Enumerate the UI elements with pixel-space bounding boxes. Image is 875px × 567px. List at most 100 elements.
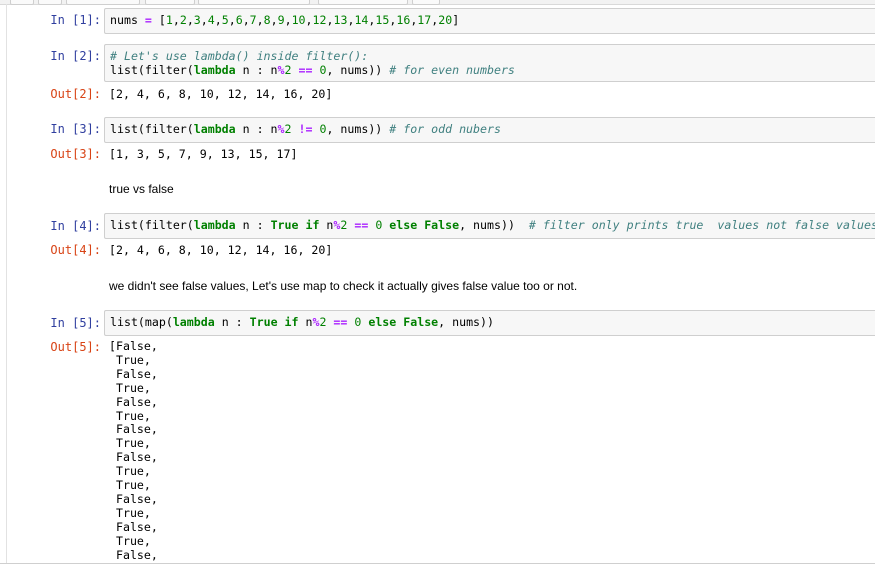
output-line: False, [109,450,158,465]
output-line: True, [109,408,151,423]
in-prompt-1: In [1]: [50,13,101,27]
toolbar-button[interactable] [38,0,62,5]
code-token: , nums)) [326,122,390,136]
code-token: lambda [193,63,236,77]
code-token: False [424,218,460,232]
code-token: == [298,63,313,77]
output-2: [2, 4, 6, 8, 10, 12, 14, 16, 20] [104,87,864,101]
out-prompt-3: Out[3]: [50,147,101,161]
toolbar-remnant [0,0,875,5]
code-token: % [277,122,285,136]
code-token: , nums)) [326,63,390,77]
output-line: [False, [109,339,158,353]
code-line: # Let's use lambda() inside filter(): [110,49,875,63]
code-token: list(filter( [110,218,194,232]
code-token: == [333,315,348,329]
output-line: False, [109,491,158,506]
code-cell-4[interactable]: list(filter(lambda n : True if n%2 == 0 … [104,213,875,239]
output-4: [2, 4, 6, 8, 10, 12, 14, 16, 20] [104,243,864,257]
code-line: list(map(lambda n : True if n%2 == 0 els… [110,315,875,329]
code-token: == [354,218,369,232]
code-token: 16 [396,13,411,27]
output-line: False, [109,519,158,534]
in-prompt-2: In [2]: [50,49,101,63]
code-line: list(filter(lambda n : True if n%2 == 0 … [110,218,875,232]
code-token: , [186,13,194,27]
code-token: if [305,218,320,232]
notebook-page: In [1]: nums = [1,2,3,4,5,6,7,8,9,10,12,… [0,0,875,567]
code-token: # filter only prints true values not fal… [528,218,875,232]
code-line: nums = [1,2,3,4,5,6,7,8,9,10,12,13,14,15… [110,13,875,27]
code-token: 13 [333,13,348,27]
code-token: nums [110,13,145,27]
code-token: list(filter( [110,63,194,77]
output-line: True, [109,478,151,493]
output-line: True, [109,533,151,548]
code-token: , [172,13,180,27]
code-token: 2 [284,122,292,136]
code-cell-5[interactable]: list(map(lambda n : True if n%2 == 0 els… [104,310,875,336]
code-token: 17 [417,13,432,27]
output-line: True, [109,352,151,367]
out-prompt-4: Out[4]: [50,243,101,257]
code-cell-1[interactable]: nums = [1,2,3,4,5,6,7,8,9,10,12,13,14,15… [104,8,875,34]
code-token: lambda [172,315,215,329]
code-token: 4 [207,13,215,27]
code-token: , nums)) [459,218,529,232]
output-text: [2, 4, 6, 8, 10, 12, 14, 16, 20] [109,87,333,101]
code-token: True [270,218,299,232]
markdown-text-2: we didn't see false values, Let's use ma… [109,279,578,293]
code-token: 2 [284,63,292,77]
code-token: lambda [193,122,236,136]
code-token: 20 [438,13,453,27]
code-line: list(filter(lambda n : n%2 != 0, nums)) … [110,122,875,136]
code-token: 8 [263,13,271,27]
code-token: 5 [221,13,229,27]
code-token: , [305,13,313,27]
code-token: 9 [277,13,285,27]
code-token: 14 [354,13,369,27]
in-prompt-4: In [4]: [50,219,101,233]
toolbar-button[interactable] [198,0,310,5]
out-prompt-2: Out[2]: [50,87,101,101]
toolbar-button[interactable] [10,0,34,5]
code-cell-3[interactable]: list(filter(lambda n : n%2 != 0, nums)) … [104,117,875,143]
code-token: , nums)) [438,315,494,329]
output-5: [False, True, False, True, False, True, … [104,339,864,563]
code-token: = [144,13,152,27]
code-token: n [319,218,334,232]
output-line: True, [109,380,151,395]
code-token: else [368,315,397,329]
output-text: [2, 4, 6, 8, 10, 12, 14, 16, 20] [109,243,333,257]
code-token: # for even numbers [389,63,515,77]
code-cell-2[interactable]: # Let's use lambda() inside filter(): li… [104,44,875,82]
code-token: 6 [235,13,243,27]
in-prompt-3: In [3]: [50,122,101,136]
code-token: n : n [235,122,278,136]
code-token: 7 [249,13,257,27]
in-prompt-5: In [5]: [50,316,101,330]
toolbar-button[interactable] [145,0,195,5]
output-line: False, [109,394,158,409]
code-token: n : n [235,63,278,77]
code-token: 12 [312,13,327,27]
code-token: % [277,63,285,77]
code-token: , [242,13,250,27]
code-token: , [284,13,292,27]
code-line: list(filter(lambda n : n%2 == 0, nums)) … [110,63,875,77]
output-line: True, [109,464,151,479]
toolbar-button[interactable] [66,0,140,5]
code-token: 15 [375,13,390,27]
toolbar-button[interactable] [412,0,440,5]
code-token: 1 [165,13,173,27]
code-token: list(map( [110,315,173,329]
output-list: [False, True, False, True, False, True, … [109,339,864,563]
output-line: True, [109,505,151,520]
toolbar-button[interactable] [318,0,408,5]
code-token: False [403,315,439,329]
code-token: 3 [193,13,201,27]
code-token: list(filter( [110,122,194,136]
